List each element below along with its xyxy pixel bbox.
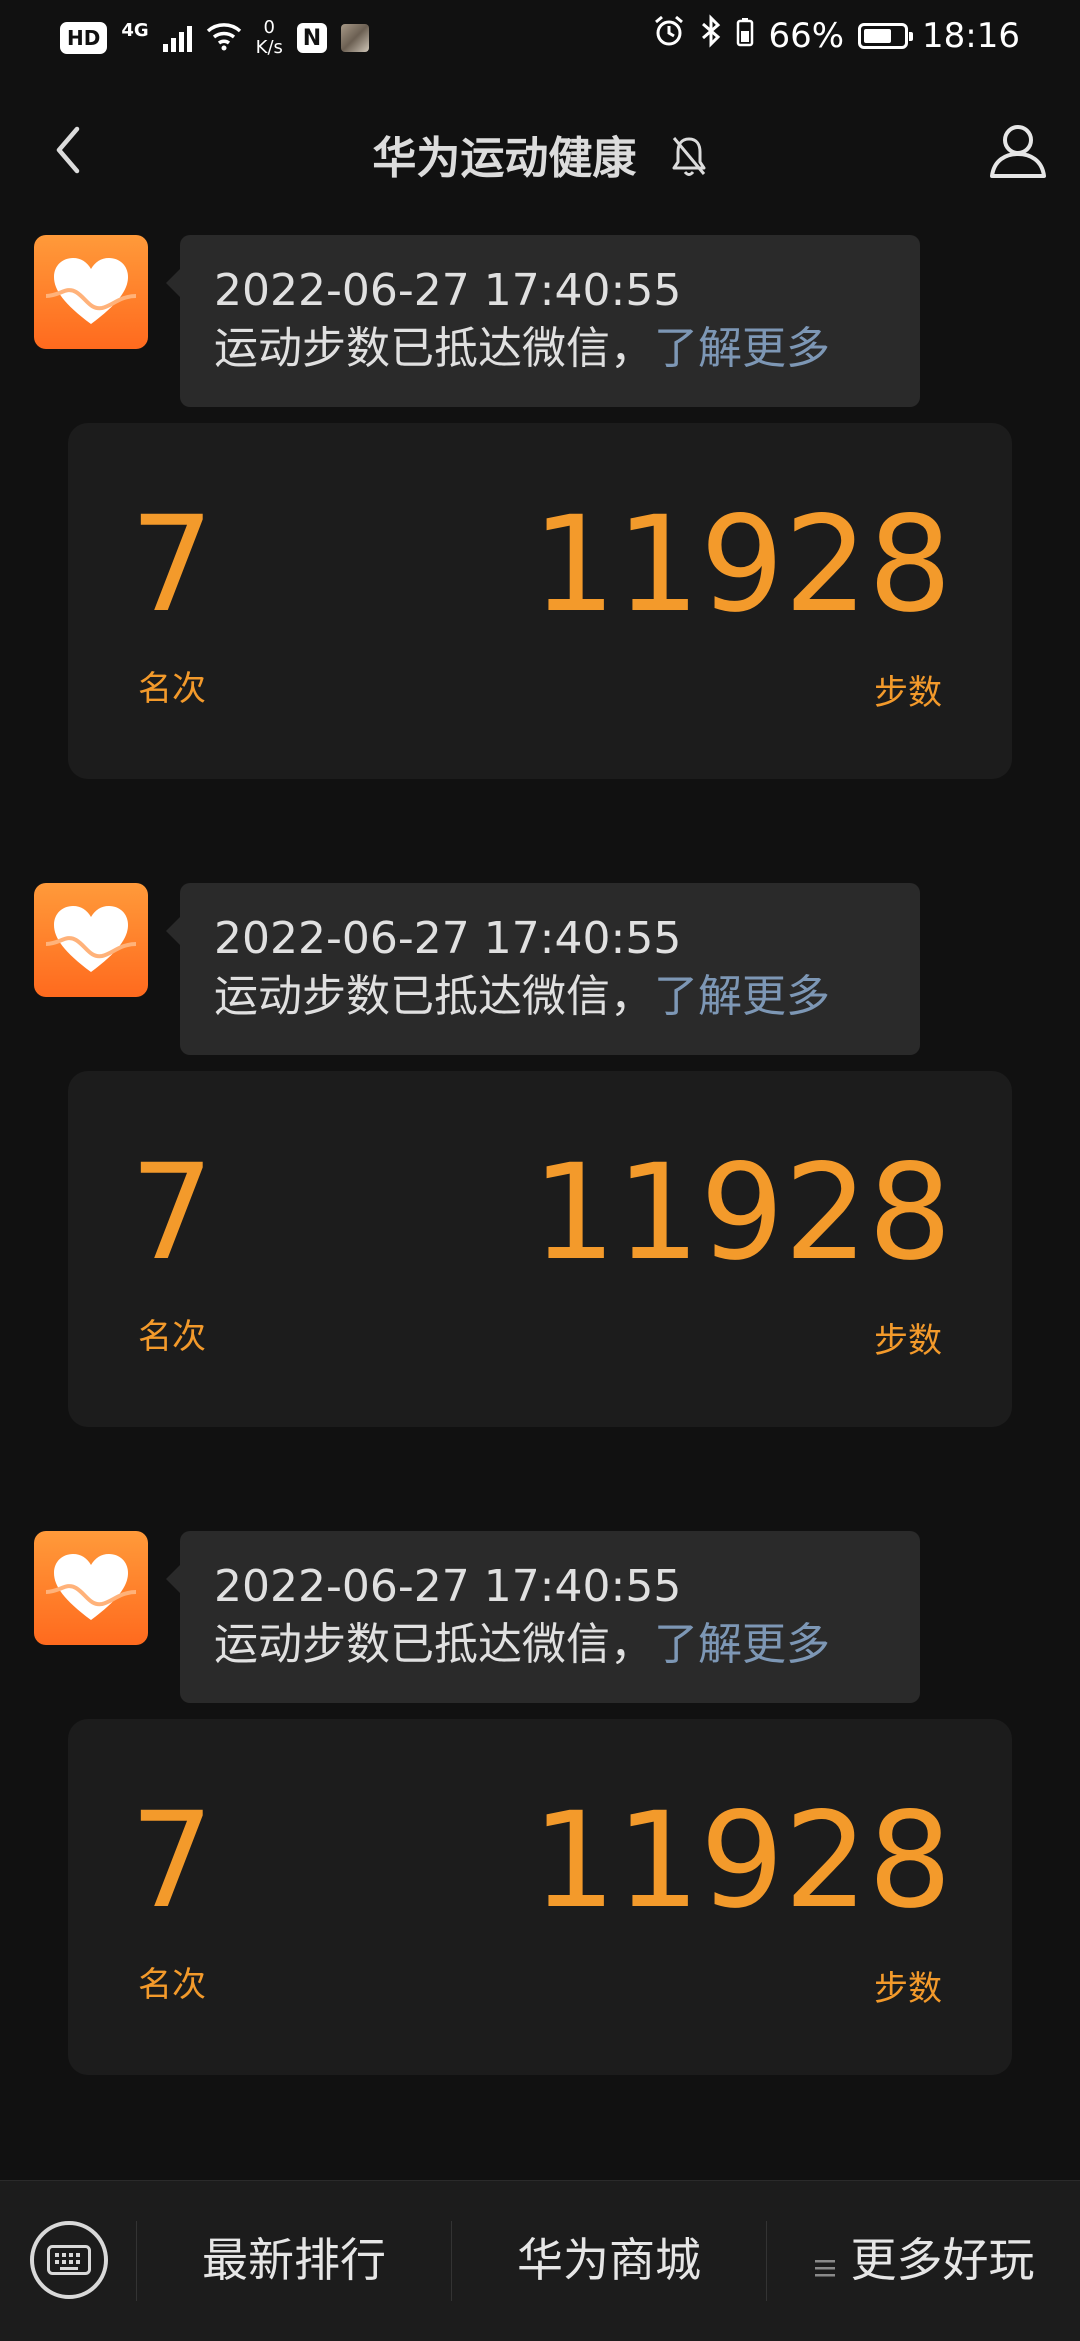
steps-value: 11928	[532, 488, 952, 642]
notification-image-icon	[340, 24, 369, 52]
profile-button[interactable]	[986, 118, 1050, 182]
health-app-avatar[interactable]	[34, 235, 148, 349]
steps-label: 步数	[874, 1321, 942, 1361]
message-timestamp: 2022-06-27 17:40:55	[214, 265, 682, 316]
keyboard-icon	[47, 2245, 91, 2275]
message-feed[interactable]: 2022-06-27 17:40:55 运动步数已抵达微信，了解更多 7 名次 …	[0, 235, 1080, 2179]
message-bubble[interactable]: 2022-06-27 17:40:55 运动步数已抵达微信，了解更多	[166, 883, 920, 1055]
bluetooth-icon	[700, 14, 722, 57]
battery-icon	[858, 22, 914, 49]
step-ranking-card[interactable]: 7 名次 11928 步数	[68, 1719, 1012, 2075]
menu-more-fun-label: 更多好玩	[850, 2233, 1035, 2287]
health-app-avatar[interactable]	[34, 883, 148, 997]
message-timestamp: 2022-06-27 17:40:55	[214, 1561, 682, 1612]
alarm-icon	[652, 14, 686, 57]
steps-value: 11928	[532, 1784, 952, 1938]
message-item: 2022-06-27 17:40:55 运动步数已抵达微信，了解更多 7 名次 …	[0, 1531, 1080, 2179]
mute-bell-icon	[670, 134, 708, 189]
message-item: 2022-06-27 17:40:55 运动步数已抵达微信，了解更多 7 名次 …	[0, 883, 1080, 1531]
rank-label: 名次	[138, 1317, 206, 1357]
menu-latest-ranking[interactable]: 最新排行	[137, 2225, 451, 2295]
message-text: 运动步数已抵达微信，	[214, 323, 654, 374]
submenu-icon	[813, 2229, 837, 2299]
bottom-menu-bar: 最新排行 华为商城 更多好玩	[0, 2180, 1080, 2341]
step-ranking-card[interactable]: 7 名次 11928 步数	[68, 1071, 1012, 1427]
steps-label: 步数	[874, 1969, 942, 2009]
status-bar: HD 4G 0 K/s N 66% 18:16	[0, 0, 1080, 80]
app-header: 华为运动健康	[0, 100, 1080, 200]
menu-huawei-mall[interactable]: 华为商城	[452, 2225, 766, 2295]
rank-value: 7	[130, 1784, 214, 1938]
message-bubble[interactable]: 2022-06-27 17:40:55 运动步数已抵达微信，了解更多	[166, 1531, 920, 1703]
steps-value: 11928	[532, 1136, 952, 1290]
steps-label: 步数	[874, 673, 942, 713]
heart-icon	[46, 906, 136, 972]
message-text: 运动步数已抵达微信，	[214, 1619, 654, 1670]
heart-icon	[46, 1554, 136, 1620]
battery-percent: 66%	[768, 15, 845, 56]
heart-icon	[46, 258, 136, 324]
battery-saver-icon	[736, 16, 754, 56]
message-item: 2022-06-27 17:40:55 运动步数已抵达微信，了解更多 7 名次 …	[0, 235, 1080, 883]
learn-more-link[interactable]: 了解更多	[654, 971, 830, 1022]
signal-icon	[162, 24, 192, 52]
page-title: 华为运动健康	[372, 133, 637, 184]
message-timestamp: 2022-06-27 17:40:55	[214, 913, 682, 964]
nfc-icon: N	[296, 23, 327, 53]
message-bubble[interactable]: 2022-06-27 17:40:55 运动步数已抵达微信，了解更多	[166, 235, 920, 407]
menu-more-fun[interactable]: 更多好玩	[767, 2225, 1080, 2299]
rank-label: 名次	[138, 1965, 206, 2005]
user-icon	[990, 125, 1046, 178]
health-app-avatar[interactable]	[34, 1531, 148, 1645]
network-speed: 0 K/s	[255, 17, 283, 58]
learn-more-link[interactable]: 了解更多	[654, 1619, 830, 1670]
rank-value: 7	[130, 1136, 214, 1290]
network-type: 4G	[121, 19, 149, 41]
rank-label: 名次	[138, 669, 206, 709]
hd-voice-icon: HD	[60, 22, 108, 54]
rank-value: 7	[130, 488, 214, 642]
learn-more-link[interactable]: 了解更多	[654, 323, 830, 374]
step-ranking-card[interactable]: 7 名次 11928 步数	[68, 423, 1012, 779]
keyboard-toggle-button[interactable]	[30, 2221, 108, 2299]
message-text: 运动步数已抵达微信，	[214, 971, 654, 1022]
clock-time: 18:16	[922, 15, 1020, 56]
wifi-icon	[206, 21, 242, 55]
